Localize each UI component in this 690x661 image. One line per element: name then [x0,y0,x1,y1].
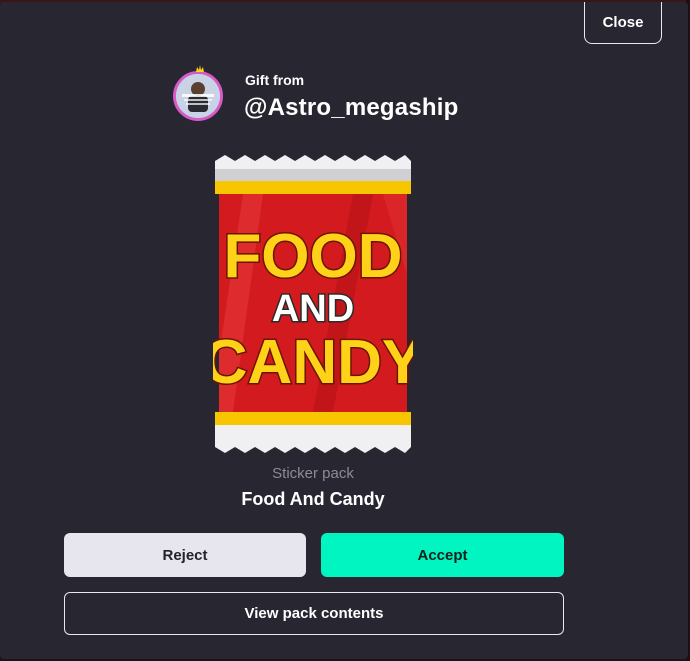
item-name: Food And Candy [241,489,385,509]
gift-from-label: Gift from [245,72,305,88]
pack-art-line1: FOOD [223,222,402,291]
sender-username[interactable]: @Astro_megaship [244,94,458,122]
accept-button[interactable]: Accept [321,533,564,577]
sticker-pack-image: FOOD AND CANDY [213,155,413,453]
item-type: Sticker pack [272,465,354,482]
reject-button[interactable]: Reject [64,533,306,577]
crown-icon [196,65,204,72]
close-button[interactable]: Close [584,2,662,44]
view-pack-contents-button[interactable]: View pack contents [64,592,564,635]
avatar[interactable] [173,71,223,121]
pack-art-line2: AND [272,288,354,330]
pack-art-line3: CANDY [213,328,413,397]
